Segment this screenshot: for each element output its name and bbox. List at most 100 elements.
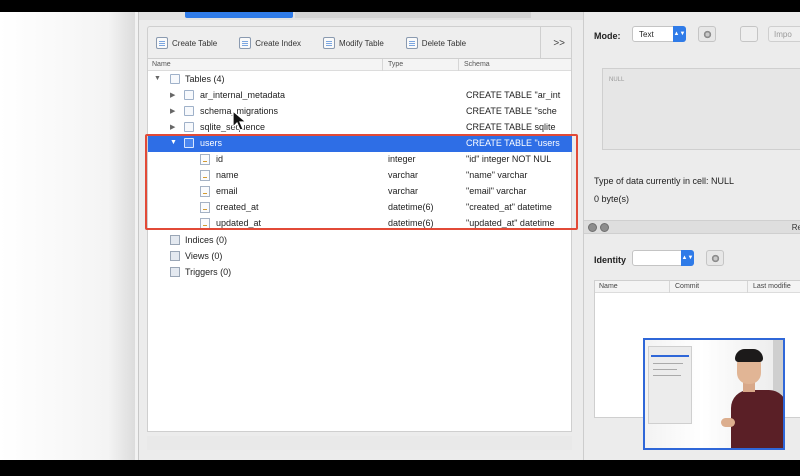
chevron-updown-icon: ▲▼	[681, 250, 694, 266]
field-name: email	[216, 186, 238, 196]
create-index-label: Create Index	[255, 38, 302, 48]
tab-other-tabs[interactable]	[295, 12, 531, 18]
tree-row-triggers[interactable]: Triggers (0)	[148, 265, 572, 281]
presenter-video-overlay	[643, 338, 785, 450]
field-schema: "updated_at" datetime	[466, 218, 555, 228]
field-name: id	[216, 154, 224, 164]
delete-table-button[interactable]: Delete Table	[405, 37, 467, 49]
history-col-name[interactable]: Name	[599, 283, 618, 290]
identity-label: Identity	[594, 255, 627, 265]
table-schema: CREATE TABLE "sche	[466, 106, 557, 116]
delete-table-label: Delete Table	[421, 38, 467, 48]
field-type: datetime(6)	[388, 218, 434, 228]
indices-group-label: Indices (0)	[185, 235, 228, 245]
cell-editor[interactable]: NULL	[602, 68, 800, 150]
cell-type-info: Type of data currently in cell: NULL	[594, 176, 735, 186]
cell-editor-value: NULL	[609, 77, 625, 83]
triggers-icon	[170, 267, 180, 277]
table-schema: CREATE TABLE "ar_int	[466, 90, 561, 100]
tree-row-views[interactable]: Views (0)	[148, 249, 572, 265]
table-schema: CREATE TABLE "users	[466, 138, 560, 148]
tree-row-tables[interactable]: ▼ Tables (4)	[148, 72, 572, 88]
word-wrap-button[interactable]	[740, 26, 758, 42]
field-schema: "email" varchar	[466, 186, 527, 196]
identity-settings-button[interactable]	[706, 250, 724, 266]
table-name: users	[200, 138, 223, 148]
tree-row-field[interactable]: email varchar "email" varchar	[148, 184, 572, 200]
modify-table-icon	[323, 37, 336, 49]
tree-row-field[interactable]: updated_at datetime(6) "updated_at" date…	[148, 216, 572, 232]
video-frame: Create Table Create Index Modify Table D…	[0, 0, 800, 476]
tree-header: Name Type Schema	[148, 59, 571, 71]
tree-row-indices[interactable]: Indices (0)	[148, 233, 572, 249]
float-pane-icon[interactable]	[600, 223, 609, 232]
field-icon	[200, 218, 210, 229]
indices-icon	[170, 235, 180, 245]
field-type: integer	[388, 154, 416, 164]
table-icon	[184, 106, 194, 116]
cell-size-info: 0 byte(s)	[594, 194, 630, 204]
tree-row-table-selected[interactable]: ▼ users CREATE TABLE "users	[148, 136, 572, 152]
import-button[interactable]: Impo	[768, 26, 800, 42]
field-schema: "id" integer NOT NUL	[466, 154, 552, 164]
field-name: updated_at	[216, 218, 262, 228]
field-type: varchar	[388, 170, 419, 180]
create-index-button[interactable]: Create Index	[239, 37, 301, 49]
mouse-cursor-icon	[232, 110, 248, 131]
tab-database-structure[interactable]	[185, 12, 293, 18]
table-group-icon	[170, 74, 180, 84]
tree-row-table[interactable]: ▶ sqlite_sequence CREATE TABLE sqlite	[148, 120, 572, 136]
table-icon	[184, 90, 194, 100]
schema-tree: Name Type Schema ▼ Tables (4) ▶ ar_inter…	[147, 58, 572, 432]
table-icon	[184, 138, 194, 148]
create-table-button[interactable]: Create Table	[156, 37, 217, 49]
tree-row-field[interactable]: id integer "id" integer NOT NUL	[148, 152, 572, 168]
create-table-label: Create Table	[172, 38, 218, 48]
disclosure-collapsed-icon[interactable]: ▶	[170, 91, 175, 99]
history-header: Name Commit Last modifie	[595, 281, 800, 293]
disclosure-expanded-icon[interactable]: ▼	[170, 139, 177, 146]
history-col-last-modified[interactable]: Last modifie	[753, 283, 791, 290]
chevron-updown-icon: ▲▼	[673, 26, 686, 42]
disclosure-collapsed-icon[interactable]: ▶	[170, 107, 175, 115]
identity-select[interactable]: ▲▼	[632, 250, 694, 266]
views-icon	[170, 251, 180, 261]
tree-footer	[147, 436, 572, 450]
column-header-name[interactable]: Name	[152, 61, 171, 68]
modify-table-button[interactable]: Modify Table	[323, 37, 384, 49]
table-icon	[184, 122, 194, 132]
tree-row-table[interactable]: ▶ schema_migrations CREATE TABLE "sche	[148, 104, 572, 120]
field-type: varchar	[388, 186, 419, 196]
field-icon	[200, 186, 210, 197]
tables-group-label: Tables (4)	[185, 74, 225, 84]
column-header-type[interactable]: Type	[388, 61, 403, 68]
history-col-commit[interactable]: Commit	[675, 283, 699, 290]
mode-select[interactable]: Text ▲▼	[632, 26, 686, 42]
remote-pane-title: Re	[791, 223, 800, 232]
triggers-group-label: Triggers (0)	[185, 267, 232, 277]
column-header-schema[interactable]: Schema	[464, 61, 490, 68]
presenter	[731, 390, 783, 448]
table-schema: CREATE TABLE sqlite	[466, 122, 556, 132]
field-schema: "name" varchar	[466, 170, 528, 180]
gear-icon	[703, 30, 712, 39]
tree-row-field[interactable]: created_at datetime(6) "created_at" date…	[148, 200, 572, 216]
disclosure-collapsed-icon[interactable]: ▶	[170, 123, 175, 131]
remote-pane-titlebar: Re	[584, 220, 800, 234]
tree-row-table[interactable]: ▶ ar_internal_metadata CREATE TABLE "ar_…	[148, 88, 572, 104]
field-schema: "created_at" datetime	[466, 202, 552, 212]
close-pane-icon[interactable]	[588, 223, 597, 232]
field-name: created_at	[216, 202, 259, 212]
mode-select-value: Text	[639, 30, 654, 39]
table-name: ar_internal_metadata	[200, 90, 286, 100]
disclosure-expanded-icon[interactable]: ▼	[154, 75, 161, 82]
delete-table-icon	[405, 37, 418, 49]
background-monitor	[648, 346, 692, 424]
toolbar-overflow-button[interactable]: >>	[540, 27, 565, 59]
field-type: datetime(6)	[388, 202, 434, 212]
modify-table-label: Modify Table	[339, 38, 384, 48]
gear-icon	[711, 254, 720, 263]
auto-format-button[interactable]	[698, 26, 716, 42]
views-group-label: Views (0)	[185, 251, 223, 261]
tree-row-field[interactable]: name varchar "name" varchar	[148, 168, 572, 184]
